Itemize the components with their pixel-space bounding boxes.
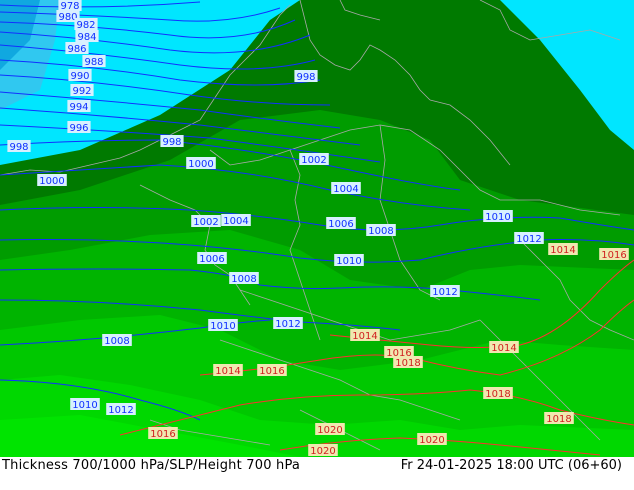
isobar-label: 1016 <box>257 364 287 377</box>
isobar-label: 984 <box>75 30 99 43</box>
isobar-label: 1006 <box>326 217 356 230</box>
isobar-label: 1004 <box>221 214 251 227</box>
isobar-label-text: 1020 <box>419 435 444 446</box>
isobar-label-text: 998 <box>296 72 315 83</box>
isobar-label-text: 1020 <box>310 446 335 457</box>
isobar-label-text: 1018 <box>546 414 571 425</box>
isobar-label: 982 <box>74 18 98 31</box>
isobar-label: 1018 <box>393 356 423 369</box>
weather-map: 978 980 982 984 986 988 990 992 994 996 998 998 998 1… <box>0 0 634 490</box>
isobar-label: 988 <box>82 55 106 68</box>
isobar-label: 1002 <box>191 215 221 228</box>
isobar-label-text: 1006 <box>199 254 224 265</box>
isobar-label-text: 1000 <box>39 176 64 187</box>
isobar-label: 1020 <box>315 423 345 436</box>
isobar-label-text: 1002 <box>301 155 326 166</box>
isobar-label-text: 1010 <box>72 400 97 411</box>
footer-bar: Thickness 700/1000 hPa/SLP/Height 700 hP… <box>0 457 634 490</box>
isobar-label: 1020 <box>417 433 447 446</box>
isobar-label-text: 1016 <box>259 366 284 377</box>
isobar-label-text: 996 <box>69 123 88 134</box>
isobar-label: 1008 <box>229 272 259 285</box>
isobar-label-text: 1012 <box>432 287 457 298</box>
valid-time: Fr 24-01-2025 18:00 UTC (06+60) <box>400 458 622 473</box>
isobar-label: 1014 <box>548 243 578 256</box>
isobar-label: 1008 <box>366 224 396 237</box>
isobar-label: 986 <box>65 42 89 55</box>
isobar-label: 1004 <box>331 182 361 195</box>
map-canvas: 978980982984986988990992994996998 9989981… <box>0 0 634 490</box>
isobar-label: 1014 <box>489 341 519 354</box>
isobar-label: 1008 <box>102 334 132 347</box>
isobar-label: 1014 <box>350 329 380 342</box>
isobar-label-text: 1004 <box>223 216 248 227</box>
isobar-label: 990 <box>68 69 92 82</box>
isobar-label: 1006 <box>197 252 227 265</box>
isobar-label-text: 1020 <box>317 425 342 436</box>
isobar-label-text: 1008 <box>104 336 129 347</box>
isobar-label-text: 1014 <box>215 366 240 377</box>
isobar-label-text: 1008 <box>231 274 256 285</box>
isobar-label-text: 1016 <box>150 429 175 440</box>
isobar-label: 1014 <box>213 364 243 377</box>
isobar-label-text: 1010 <box>336 256 361 267</box>
isobar-label-text: 1018 <box>395 358 420 369</box>
isobar-label: 998 <box>7 140 31 153</box>
isobar-label: 1018 <box>483 387 513 400</box>
isobar-label-text: 992 <box>72 86 91 97</box>
isobar-label: 1000 <box>37 174 67 187</box>
isobar-label-text: 984 <box>77 32 96 43</box>
isobar-label-text: 998 <box>9 142 28 153</box>
isobar-label-text: 1010 <box>210 321 235 332</box>
isobar-label-text: 1014 <box>352 331 377 342</box>
isobar-label: 1012 <box>106 403 136 416</box>
isobar-label: 1010 <box>334 254 364 267</box>
isobar-label: 1010 <box>483 210 513 223</box>
isobar-label-text: 1014 <box>491 343 516 354</box>
isobar-label-text: 1000 <box>188 159 213 170</box>
isobar-label: 1010 <box>208 319 238 332</box>
map-title: Thickness 700/1000 hPa/SLP/Height 700 hP… <box>2 458 301 473</box>
isobar-label-text: 1010 <box>485 212 510 223</box>
isobar-label-text: 1008 <box>368 226 393 237</box>
isobar-label-text: 1012 <box>108 405 133 416</box>
isobar-label: 1012 <box>430 285 460 298</box>
isobar-label: 1012 <box>514 232 544 245</box>
isobar-label-text: 982 <box>76 20 95 31</box>
isobar-label-text: 1012 <box>516 234 541 245</box>
isobar-label-text: 988 <box>84 57 103 68</box>
isobar-label-text: 1018 <box>485 389 510 400</box>
isobar-label-text: 1016 <box>601 250 626 261</box>
isobar-label-text: 1014 <box>550 245 575 256</box>
isobar-label: 1002 <box>299 153 329 166</box>
isobar-label: 1016 <box>599 248 629 261</box>
isobar-label-text: 1012 <box>275 319 300 330</box>
isobar-label: 994 <box>67 100 91 113</box>
isobar-label: 998 <box>294 70 318 83</box>
isobar-label: 1020 <box>308 444 338 457</box>
isobar-label: 998 <box>160 135 184 148</box>
isobar-label: 1012 <box>273 317 303 330</box>
isobar-label: 1010 <box>70 398 100 411</box>
isobar-label-text: 1006 <box>328 219 353 230</box>
isobar-label: 1018 <box>544 412 574 425</box>
isobar-label-text: 990 <box>70 71 89 82</box>
isobar-label-text: 986 <box>67 44 86 55</box>
isobar-label-text: 994 <box>69 102 88 113</box>
isobar-label-text: 1002 <box>193 217 218 228</box>
isobar-label: 1000 <box>186 157 216 170</box>
isobar-label-text: 1004 <box>333 184 358 195</box>
isobar-label: 992 <box>70 84 94 97</box>
isobar-label: 996 <box>67 121 91 134</box>
isobar-label: 1016 <box>148 427 178 440</box>
isobar-label-text: 998 <box>162 137 181 148</box>
